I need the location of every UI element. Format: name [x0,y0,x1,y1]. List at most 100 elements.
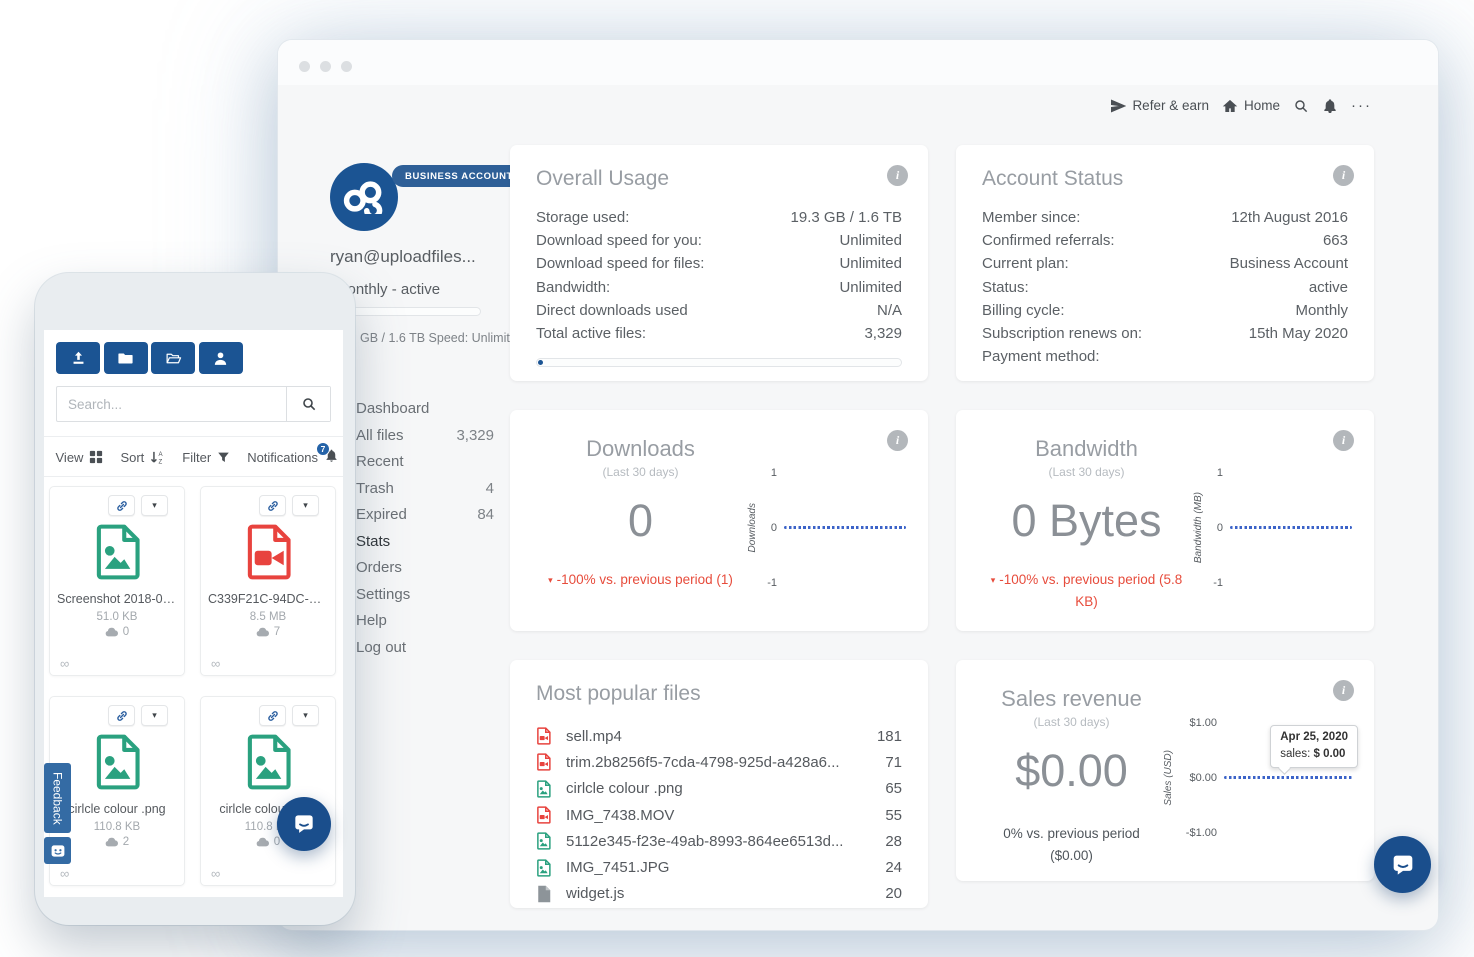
row-label: Status: [982,276,1029,299]
bell-icon[interactable] [1322,98,1338,114]
popular-file-row[interactable]: 5112e345-f23e-49ab-8993-864ee6513d... 28 [536,828,902,854]
refer-earn-link[interactable]: Refer & earn [1110,98,1209,114]
nav-label: Dashboard [356,401,429,417]
sidebar-item-settings[interactable]: Settings [356,587,494,603]
usage-row: Download speed for you:Unlimited [536,229,902,252]
popular-file-row[interactable]: trim.2b8256f5-7cda-4798-925d-a428a6... 7… [536,749,902,775]
window-control-dot[interactable] [299,61,310,72]
app-logo [330,163,398,231]
file-actions: ▾ [201,487,335,516]
tick: -$1.00 [1179,827,1217,839]
file-count: 181 [877,728,902,745]
file-card[interactable]: ▾ Screenshot 2018-06-... 51.0 KB 0 ∞ [49,486,185,676]
info-icon[interactable]: i [1333,165,1354,186]
row-label: Storage used: [536,206,629,229]
status-row: Payment method: [982,345,1348,368]
sort-control[interactable]: Sort AZ [120,450,165,465]
chat-bubble-icon [291,811,317,837]
usage-row: Total active files:3,329 [536,322,902,345]
row-value: active [1309,276,1348,299]
tooltip-value: sales: $ 0.00 [1280,746,1348,763]
sidebar-item-expired[interactable]: Expired84 [356,507,494,523]
file-card[interactable]: ▾ C339F21C-94DC-4A... 8.5 MB 7 ∞ [200,486,336,676]
window-controls[interactable] [299,61,352,72]
popular-file-row[interactable]: widget.js 20 [536,881,902,907]
popular-file-row[interactable]: cirlcle colour .png 65 [536,776,902,802]
row-label: Payment method: [982,345,1100,368]
view-control[interactable]: View [56,450,104,465]
feedback-tab[interactable]: Feedback [44,763,71,833]
file-size: 51.0 KB [50,611,184,623]
open-folder-button[interactable] [151,342,195,374]
downloads-chart: Downloads 1 0 -1 [747,444,906,611]
feedback-bot-button[interactable] [44,837,71,864]
send-icon [1110,98,1126,114]
view-label: View [56,450,84,465]
nav-label: Trash [356,481,394,497]
bandwidth-total: 0 Bytes [980,495,1193,547]
more-icon[interactable]: ··· [1351,97,1372,114]
row-value: Unlimited [839,276,902,299]
sidebar-item-dashboard[interactable]: Dashboard [356,401,494,417]
sidebar-item-stats[interactable]: Stats [356,534,494,550]
account-email: ryan@uploadfiles... [330,247,540,267]
status-row: Confirmed referrals:663 [982,229,1348,252]
home-link[interactable]: Home [1222,98,1280,114]
account-button[interactable] [199,342,243,374]
sidebar-item-recent[interactable]: Recent [356,454,494,470]
window-control-dot[interactable] [320,61,331,72]
window-control-dot[interactable] [341,61,352,72]
file-name: IMG_7451.JPG [566,859,885,876]
file-menu-button[interactable]: ▾ [141,705,168,726]
info-icon[interactable]: i [1333,430,1354,451]
file-actions: ▾ [50,697,184,726]
sidebar-item-help[interactable]: Help [356,613,494,629]
sidebar-item-all-files[interactable]: All files3,329 [356,428,494,444]
popular-file-row[interactable]: sell.mp4 181 [536,723,902,749]
overall-usage-rows: Storage used:19.3 GB / 1.6 TB Download s… [536,206,902,345]
copy-link-button[interactable] [259,495,286,516]
chat-launcher-button[interactable] [277,797,331,851]
filter-control[interactable]: Filter [182,450,230,465]
data-series-line [1230,526,1352,529]
data-series-line [1224,776,1352,779]
popular-file-row[interactable]: IMG_7438.MOV 55 [536,802,902,828]
downloads-card: i Downloads (Last 30 days) 0 ▾-100% vs. … [510,410,928,631]
video-file-icon [536,806,551,824]
file-menu-button[interactable]: ▾ [292,705,319,726]
notifications-control[interactable]: Notifications 7 [247,448,339,466]
info-icon[interactable]: i [887,165,908,186]
copy-link-button[interactable] [108,705,135,726]
funnel-icon [217,451,230,464]
file-menu-button[interactable]: ▾ [292,495,319,516]
upload-button[interactable] [56,342,100,374]
row-label: Bandwidth: [536,276,610,299]
chat-launcher-button[interactable] [1374,836,1431,893]
search-bar [56,386,331,422]
notification-badge: 7 [316,442,330,456]
image-file-icon [243,733,293,791]
sidebar-item-orders[interactable]: Orders [356,560,494,576]
tick: -1 [763,577,777,589]
copy-link-button[interactable] [259,705,286,726]
page: Refer & earn Home ··· [0,0,1474,957]
sidebar-item-trash[interactable]: Trash4 [356,481,494,497]
file-menu-button[interactable]: ▾ [141,495,168,516]
info-icon[interactable]: i [887,430,908,451]
popular-file-row[interactable]: IMG_7451.JPG 24 [536,854,902,880]
info-icon[interactable]: i [1333,680,1354,701]
video-file-icon [243,523,293,581]
sales-delta: 0% vs. previous period ($0.00) [980,823,1163,866]
account-status-rows: Member since:12th August 2016 Confirmed … [982,206,1348,368]
nav-label: Expired [356,507,407,523]
file-card[interactable]: ▾ cirlcle colour .png 110.8 KB 0 ∞ [200,696,336,886]
search-icon[interactable] [1293,98,1309,114]
search-input[interactable] [57,387,286,421]
folder-icon [117,350,134,367]
nav-count: 3,329 [456,428,494,444]
search-button[interactable] [286,387,330,421]
copy-link-button[interactable] [108,495,135,516]
sidebar-item-logout[interactable]: Log out [356,640,494,656]
new-folder-button[interactable] [104,342,148,374]
status-row: Subscription renews on:15th May 2020 [982,322,1348,345]
